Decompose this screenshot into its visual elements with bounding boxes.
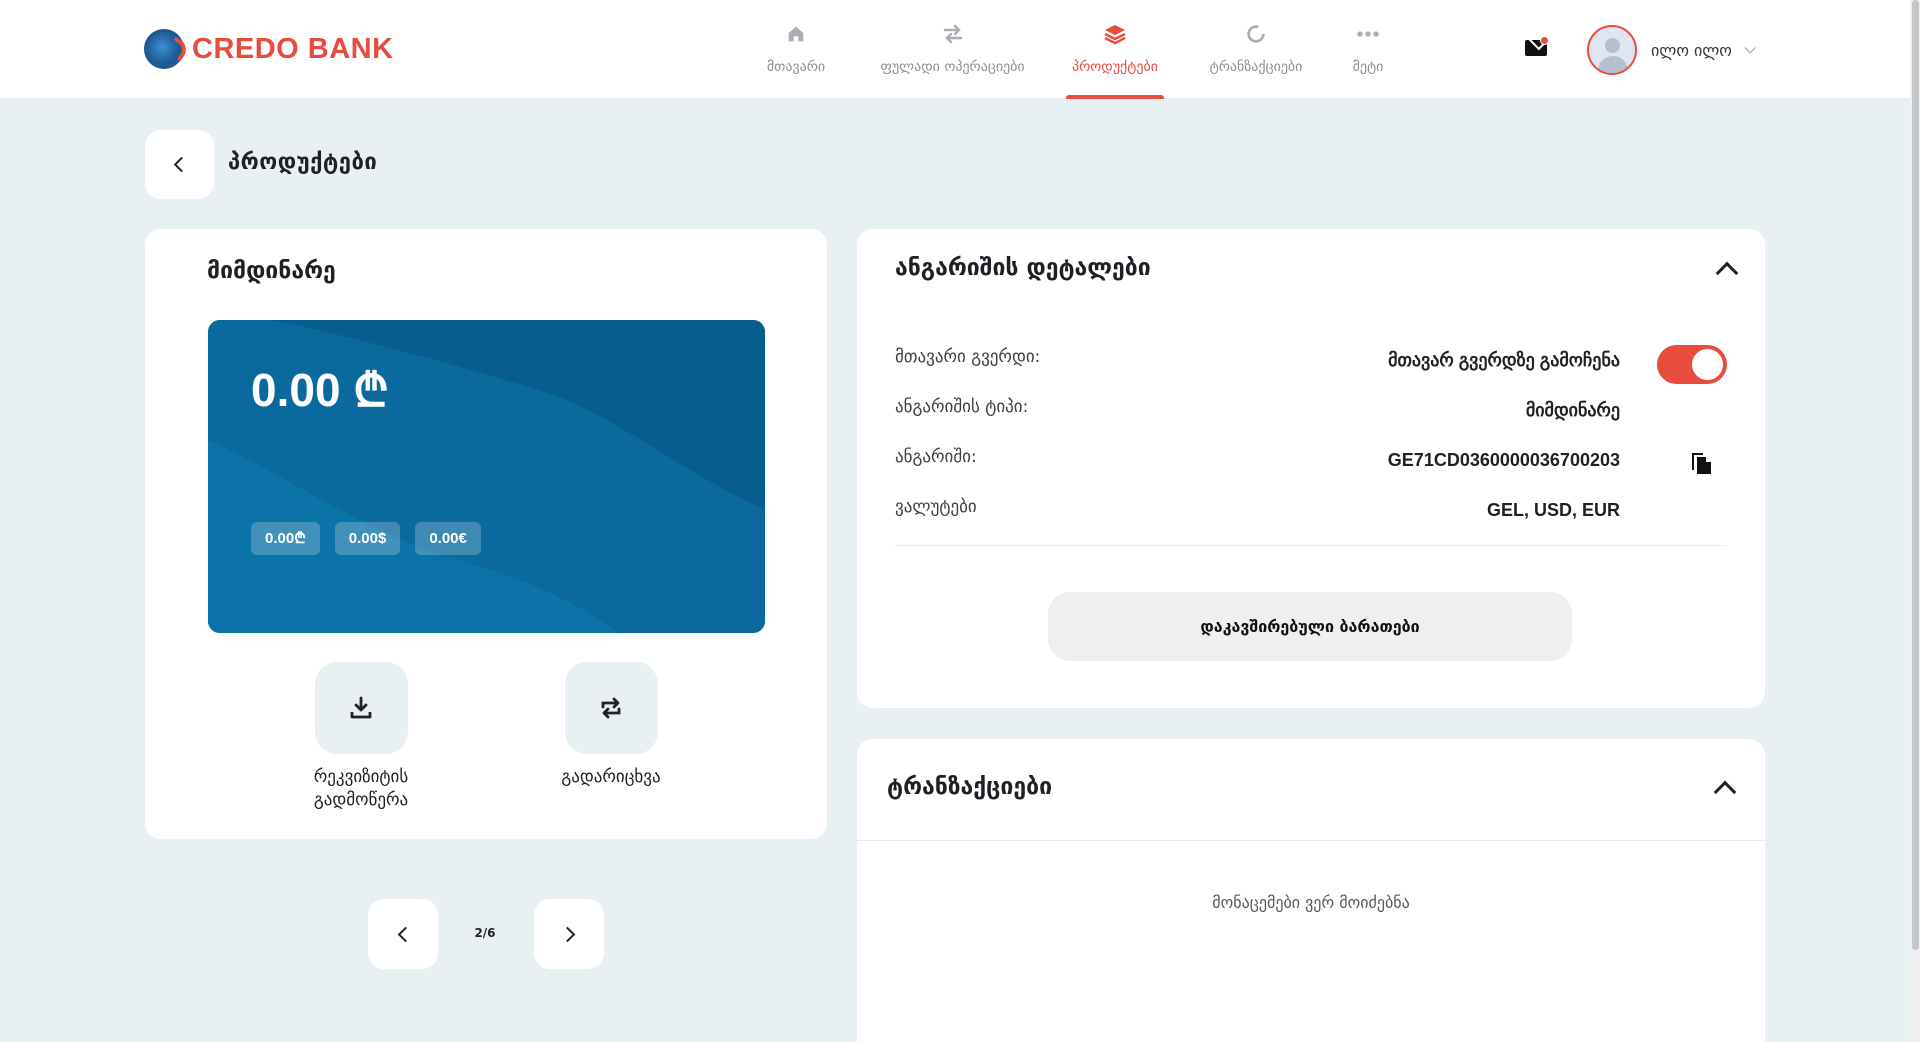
home-icon	[784, 22, 808, 46]
main-nav: მთავარი ფულადი ოპერაციები პროდუქტები ტრა…	[756, 22, 1388, 99]
detail-label: ვალუტები	[895, 497, 977, 517]
account-card-title: მიმდინარე	[207, 258, 336, 284]
detail-row-account-type: ანგარიშის ტიპი: მიმდინარე	[895, 397, 1727, 437]
nav-label-money-operations: ფულადი ოპერაციები	[880, 59, 1025, 75]
currency-chips: 0.00₾ 0.00$ 0.00€	[251, 522, 481, 555]
detail-row-currencies: ვალუტები GEL, USD, EUR	[895, 497, 1727, 537]
transfer-arrows-icon	[941, 22, 965, 46]
chip-usd: 0.00$	[334, 522, 401, 555]
detail-label: მთავარი გვერდი:	[895, 347, 1041, 367]
chevron-left-icon	[397, 926, 413, 942]
chevron-down-icon	[1744, 42, 1756, 54]
empty-state-text: მონაცემები ვერ მოიძებნა	[1212, 893, 1410, 912]
credo-bank-logo[interactable]: CREDO BANK	[144, 29, 394, 69]
detail-label: ანგარიში:	[895, 447, 977, 467]
download-button[interactable]	[314, 662, 408, 754]
chevron-right-icon	[559, 926, 575, 942]
nav-label-products: პროდუქტები	[1072, 59, 1158, 75]
download-label: რეკვიზიტის გადმოწერა	[313, 767, 409, 810]
download-requisites-action[interactable]: რეკვიზიტის გადმოწერა	[281, 662, 441, 812]
nav-item-home[interactable]: მთავარი	[756, 22, 836, 99]
detail-row-main-page: მთავარი გვერდი: მთავარ გვერდზე გამოჩენა	[895, 345, 1727, 387]
chevron-left-icon	[173, 156, 190, 173]
transfer-action[interactable]: გადარიცხვა	[531, 662, 691, 789]
nav-item-more[interactable]: მეტი	[1348, 22, 1388, 99]
nav-label-transactions: ტრანზაქციები	[1209, 59, 1303, 75]
detail-value: მიმდინარე	[1525, 400, 1620, 420]
notification-dot	[1540, 36, 1549, 45]
nav-label-home: მთავარი	[766, 59, 826, 75]
nav-item-money-operations[interactable]: ფულადი ოპერაციები	[870, 22, 1035, 99]
account-card: მიმდინარე 0.00 ₾ 0.00₾ 0.00$ 0.00€ რეკვი…	[145, 229, 827, 839]
detail-value: მთავარ გვერდზე გამოჩენა	[1388, 350, 1620, 370]
collapse-details-chevron-up-icon[interactable]	[1715, 261, 1739, 285]
download-icon	[350, 696, 372, 719]
detail-label: ანგარიშის ტიპი:	[895, 397, 1029, 417]
logo-globe-icon	[144, 29, 184, 69]
user-name: ილო ილო	[1651, 40, 1732, 60]
transfer-button[interactable]	[564, 662, 658, 754]
details-divider	[895, 545, 1727, 546]
avatar	[1587, 25, 1637, 75]
transfer-label: გადარიცხვა	[561, 767, 661, 787]
history-icon	[1244, 22, 1268, 46]
avatar-head	[1605, 38, 1620, 53]
transactions-divider	[857, 840, 1765, 841]
copy-icon[interactable]	[1689, 449, 1713, 475]
account-details-card: ანგარიშის დეტალები მთავარი გვერდი: მთავა…	[857, 229, 1765, 708]
refresh-transfer-icon	[601, 697, 621, 719]
detail-row-account-number: ანგარიში: GE71CD0360000036700203	[895, 447, 1727, 487]
balance-card[interactable]: 0.00 ₾ 0.00₾ 0.00$ 0.00€	[208, 320, 765, 633]
transactions-title: ტრანზაქციები	[887, 774, 1053, 800]
nav-label-more: მეტი	[1352, 59, 1384, 75]
layers-icon	[1103, 22, 1127, 46]
avatar-body	[1598, 56, 1628, 73]
transactions-card: ტრანზაქციები მონაცემები ვერ მოიძებნა	[857, 739, 1765, 1042]
chip-eur: 0.00€	[415, 522, 481, 555]
logo-text: CREDO BANK	[192, 32, 394, 65]
collapse-transactions-chevron-up-icon[interactable]	[1713, 780, 1737, 804]
back-button[interactable]	[145, 130, 214, 199]
more-dots-icon	[1356, 22, 1380, 46]
show-on-main-page-toggle[interactable]	[1657, 345, 1727, 384]
page-title: პროდუქტები	[228, 150, 378, 175]
nav-item-products[interactable]: პროდუქტები	[1066, 22, 1164, 99]
pager-indicator: 2/6	[474, 926, 496, 940]
nav-item-transactions[interactable]: ტრანზაქციები	[1200, 22, 1312, 99]
previous-product-button[interactable]	[368, 899, 438, 969]
chip-gel: 0.00₾	[251, 522, 320, 555]
balance-amount: 0.00 ₾	[251, 364, 389, 416]
top-bar: CREDO BANK მთავარი ფულადი ოპერაციები პრო…	[0, 0, 1910, 99]
account-details-title: ანგარიშის დეტალები	[895, 255, 1151, 281]
linked-cards-button[interactable]: დაკავშირებული ბარათები	[1048, 592, 1572, 661]
scrollbar-thumb[interactable]	[1912, 0, 1919, 950]
detail-value: GE71CD0360000036700203	[1387, 450, 1620, 470]
detail-value: GEL, USD, EUR	[1486, 500, 1620, 520]
user-profile-menu[interactable]: ილო ილო	[1587, 25, 1756, 75]
next-product-button[interactable]	[534, 899, 604, 969]
